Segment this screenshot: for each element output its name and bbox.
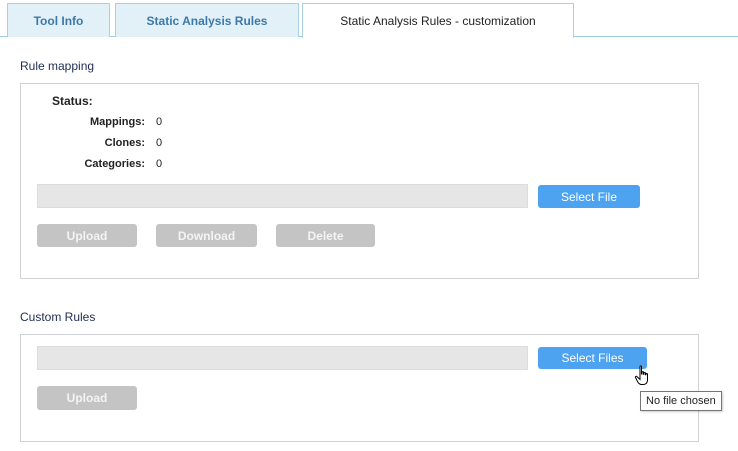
rule-mapping-panel (20, 83, 699, 279)
select-files-label: Select Files (561, 351, 624, 365)
tab-static-analysis-rules-customization[interactable]: Static Analysis Rules - customization (302, 3, 574, 38)
categories-label: Categories: (84, 158, 145, 170)
tab-tool-info-label: Tool Info (33, 13, 84, 28)
tab-tool-info[interactable]: Tool Info (7, 3, 110, 37)
select-files-button[interactable]: Select Files (538, 347, 647, 369)
categories-value: 0 (156, 158, 163, 170)
mappings-value: 0 (156, 116, 163, 128)
tab-bar: Tool Info Static Analysis Rules Static A… (0, 0, 738, 38)
download-button[interactable]: Download (156, 224, 257, 247)
select-file-button[interactable]: Select File (538, 185, 640, 208)
custom-rules-file-field[interactable] (37, 346, 528, 370)
tooltip-text: No file chosen (646, 395, 716, 407)
tab-static-analysis-rules-label: Static Analysis Rules (146, 13, 268, 28)
custom-upload-button[interactable]: Upload (37, 386, 137, 410)
status-label: Status: (52, 94, 93, 108)
download-label: Download (177, 228, 236, 243)
mappings-label: Mappings: (90, 116, 145, 128)
rule-mapping-file-field[interactable] (37, 184, 528, 208)
select-file-label: Select File (560, 189, 618, 204)
clones-label: Clones: (104, 137, 145, 149)
tab-customization-label: Static Analysis Rules - customization (340, 14, 536, 28)
custom-upload-label: Upload (66, 391, 108, 405)
rule-mapping-title: Rule mapping (20, 59, 95, 73)
tab-static-analysis-rules[interactable]: Static Analysis Rules (115, 3, 299, 37)
hand-pointer-icon (634, 365, 648, 385)
no-file-tooltip: No file chosen (640, 391, 722, 411)
delete-label: Delete (307, 228, 344, 243)
custom-rules-title: Custom Rules (20, 310, 96, 324)
upload-label: Upload (66, 228, 108, 243)
delete-button[interactable]: Delete (276, 224, 375, 247)
clones-value: 0 (156, 137, 163, 149)
upload-button[interactable]: Upload (37, 224, 137, 247)
